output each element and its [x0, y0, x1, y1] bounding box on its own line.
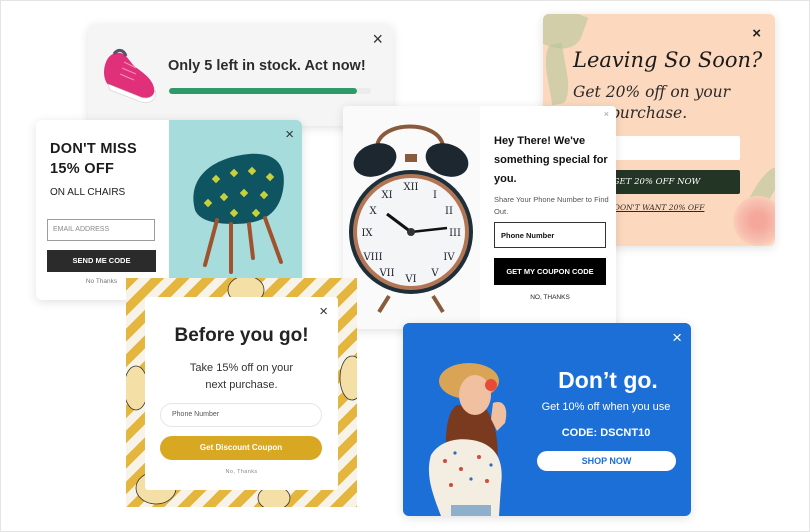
svg-text:XI: XI — [381, 190, 392, 201]
popup-subtitle: Take 15% off on your next purchase. — [145, 360, 338, 394]
subtitle-line-2: next purchase. — [205, 379, 278, 391]
svg-text:III: III — [449, 228, 461, 239]
popup-title: Before you go! — [174, 325, 309, 346]
woman-shouting-icon — [428, 363, 507, 516]
phone-number-input[interactable]: Phone Number — [494, 222, 606, 248]
popup-subtitle: Share Your Phone Number to Find Out. — [494, 195, 609, 216]
svg-text:X: X — [369, 206, 377, 217]
armchair-icon — [193, 153, 284, 274]
popup-card: × Before you go! Take 15% off on your ne… — [145, 297, 338, 490]
close-icon[interactable]: × — [672, 329, 682, 346]
svg-text:IX: IX — [361, 228, 373, 239]
svg-text:II: II — [445, 206, 453, 217]
email-input[interactable]: EMAIL ADDRESS — [47, 219, 155, 241]
stock-progress-fill — [169, 88, 357, 94]
shop-now-button[interactable]: SHOP NOW — [537, 451, 676, 471]
sneaker-icon — [104, 48, 157, 103]
subtitle-line-1: Take 15% off on your — [189, 362, 294, 374]
stock-message: Only 5 left in stock. Act now! — [168, 58, 366, 74]
svg-text:V: V — [430, 268, 439, 279]
svg-text:I: I — [433, 190, 437, 201]
popup-subtitle: ON ALL CHAIRS — [50, 187, 126, 198]
chairs-discount-popup: DON'T MISS 15% OFF ON ALL CHAIRS EMAIL A… — [36, 120, 302, 300]
popup-title: Leaving So Soon? — [573, 48, 763, 72]
decline-link[interactable]: NO, THANKS — [494, 294, 606, 301]
dont-go-popup: × Don’t go. Get 10% off when you use COD… — [403, 323, 691, 516]
before-you-go-popup: × Before you go! Take 15% off on your ne… — [126, 278, 357, 507]
popup-title: DON'T MISS 15% OFF — [50, 139, 137, 179]
phone-number-input[interactable]: Phone Number — [160, 403, 322, 427]
title-line-2: 15% OFF — [50, 161, 115, 177]
svg-text:VII: VII — [378, 268, 394, 279]
stock-progress-bar — [169, 88, 371, 94]
svg-text:XII: XII — [403, 182, 418, 193]
close-icon[interactable]: × — [372, 30, 383, 48]
alarm-clock-icon: XIIIIIVIIX IIIIVV VIIVIIIXXI — [349, 124, 473, 314]
svg-text:VI: VI — [404, 274, 416, 285]
popup-title: Don’t go. — [558, 367, 658, 393]
close-icon[interactable]: × — [752, 26, 761, 41]
phone-capture-popup: XII III VI IX I II IV V VII VIII X XI × Hey There… — [343, 106, 616, 329]
chair-image-pane — [169, 120, 302, 300]
get-discount-coupon-button[interactable]: Get Discount Coupon — [160, 436, 322, 460]
popup-title: Hey There! We've something special for y… — [494, 135, 608, 185]
svg-text:VIII: VIII — [362, 252, 382, 263]
leaf-decoration — [543, 42, 573, 106]
send-code-button[interactable]: SEND ME CODE — [47, 250, 156, 272]
coupon-code: CODE: DSCNT10 — [561, 427, 651, 439]
popup-subtitle: Get 10% off when you use — [541, 401, 671, 413]
svg-text:IV: IV — [443, 252, 455, 263]
get-coupon-button[interactable]: GET MY COUPON CODE — [494, 258, 606, 285]
close-icon[interactable]: × — [604, 110, 609, 119]
title-line-1: DON'T MISS — [50, 141, 138, 157]
close-icon[interactable]: × — [285, 127, 294, 142]
alarm-clock-image-pane: XII III VI IX I II IV V VII VIII X XI — [343, 106, 480, 329]
close-icon[interactable]: × — [319, 304, 328, 319]
decline-link[interactable]: No, Thanks — [145, 469, 338, 475]
